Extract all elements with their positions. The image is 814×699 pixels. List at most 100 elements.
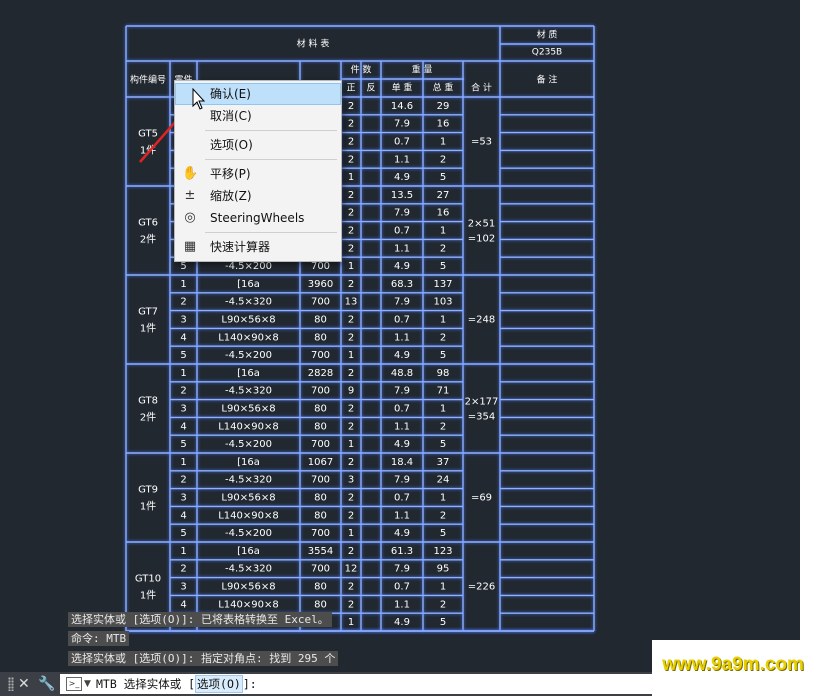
part-spec: [16a: [237, 368, 260, 379]
part-count: 1: [348, 439, 354, 450]
part-number: 1: [180, 457, 186, 468]
part-number: 1: [180, 368, 186, 379]
menu-item-label: SteeringWheels: [210, 211, 305, 225]
customize-wrench-icon[interactable]: 🔧: [38, 675, 55, 693]
total-weight: 103: [433, 297, 452, 308]
part-count: 2: [348, 101, 354, 112]
part-length: 700: [311, 261, 330, 272]
total-weight: 1: [440, 582, 446, 593]
group-name: GT8: [138, 396, 158, 407]
menu-item-quick-calculator[interactable]: ▦ 快速计算器: [176, 237, 340, 257]
total-weight: 29: [437, 101, 450, 112]
group-name: GT7: [138, 307, 158, 318]
part-count: 1: [348, 350, 354, 361]
unit-weight: 4.9: [394, 439, 410, 450]
part-count: 1: [348, 172, 354, 183]
total-weight: 1: [440, 404, 446, 415]
close-icon[interactable]: ✕: [18, 675, 30, 693]
group-sum: =69: [471, 493, 492, 504]
unit-weight: 4.9: [394, 528, 410, 539]
total-weight: 37: [437, 457, 450, 468]
total-weight: 95: [437, 564, 450, 575]
part-spec: L140×90×8: [218, 332, 279, 343]
part-count: 2: [348, 421, 354, 432]
group-name: GT5: [138, 129, 158, 140]
zoom-icon: ±: [184, 188, 196, 203]
command-history-line: 选择实体或 [选项(O)]: 指定对角点: 找到 295 个: [68, 651, 339, 666]
part-count: 2: [348, 582, 354, 593]
unit-weight: 1.1: [394, 332, 410, 343]
part-number: 1: [180, 546, 186, 557]
total-weight: 2: [440, 599, 446, 610]
command-prefix: MTB 选择实体或 [: [96, 677, 196, 691]
part-length: 700: [311, 475, 330, 486]
part-length: 3554: [308, 546, 333, 557]
part-spec: -4.5×200: [225, 439, 272, 450]
part-length: 80: [314, 510, 327, 521]
menu-item-cancel[interactable]: 取消(C): [176, 106, 340, 126]
total-weight: 1: [440, 137, 446, 148]
menu-separator: [205, 130, 337, 131]
drag-handle-icon[interactable]: [8, 677, 14, 691]
part-count: 2: [348, 226, 354, 237]
part-count: 2: [348, 315, 354, 326]
unit-weight: 7.9: [394, 386, 410, 397]
unit-weight: 4.9: [394, 350, 410, 361]
group-qty: 1件: [140, 323, 156, 335]
total-weight: 16: [437, 119, 450, 130]
part-count: 12: [345, 564, 358, 575]
material-table-drawing[interactable]: 材 料 表材 质Q235B构件编号零件件 数正反重 量单 重总 重合 计备 注1…: [0, 0, 800, 672]
part-number: 4: [180, 421, 186, 432]
menu-item-label: 取消(C): [210, 109, 252, 123]
part-number: 4: [180, 510, 186, 521]
drawing-canvas[interactable]: 材 料 表材 质Q235B构件编号零件件 数正反重 量单 重总 重合 计备 注1…: [0, 0, 800, 672]
part-number: 3: [180, 493, 186, 504]
total-weight: 24: [437, 475, 450, 486]
site-watermark: www.9a9m.com: [652, 640, 814, 696]
menu-item-confirm[interactable]: 确认(E): [175, 83, 341, 105]
part-count: 2: [348, 457, 354, 468]
menu-item-steeringwheels[interactable]: ◎ SteeringWheels: [176, 208, 340, 228]
part-count: 1: [348, 261, 354, 272]
part-count: 1: [348, 528, 354, 539]
group-qty: 2件: [140, 234, 156, 246]
menu-item-zoom[interactable]: ± 缩放(Z): [176, 186, 340, 206]
part-count: 2: [348, 510, 354, 521]
part-length: 80: [314, 421, 327, 432]
part-length: 80: [314, 493, 327, 504]
part-count: 2: [348, 154, 354, 165]
total-weight: 2: [440, 510, 446, 521]
unit-weight: 7.9: [394, 208, 410, 219]
column-header: 合 计: [471, 82, 492, 94]
group-sum: 2×177: [465, 397, 499, 408]
part-spec: -4.5×200: [225, 528, 272, 539]
unit-weight: 14.6: [391, 101, 413, 112]
part-spec: L140×90×8: [218, 421, 279, 432]
group-sum: =53: [471, 137, 492, 148]
part-number: 5: [180, 528, 186, 539]
part-number: 2: [180, 386, 186, 397]
group-name: GT10: [135, 574, 161, 585]
total-weight: 98: [437, 368, 450, 379]
command-prompt-icon[interactable]: >_: [66, 677, 82, 691]
command-option-button[interactable]: 选项(O): [195, 675, 243, 693]
group-qty: 1件: [140, 590, 156, 602]
part-spec: -4.5×320: [225, 475, 272, 486]
unit-weight: 13.5: [391, 190, 413, 201]
part-spec: L90×56×8: [221, 315, 275, 326]
part-length: 2828: [308, 368, 333, 379]
column-header: 备 注: [537, 74, 558, 86]
command-prompt-text: MTB 选择实体或 [选项(O)]:: [96, 674, 257, 694]
part-number: 1: [180, 279, 186, 290]
menu-item-label: 确认(E): [210, 87, 251, 101]
total-weight: 27: [437, 190, 450, 201]
total-weight: 5: [440, 350, 446, 361]
group-qty: 1件: [140, 145, 156, 157]
unit-weight: 7.9: [394, 119, 410, 130]
menu-item-options[interactable]: 选项(O): [176, 135, 340, 155]
group-name: GT6: [138, 218, 158, 229]
column-header: 正: [346, 84, 355, 94]
chevron-down-icon[interactable]: ▼: [84, 677, 91, 691]
unit-weight: 68.3: [391, 279, 413, 290]
menu-item-pan[interactable]: ✋ 平移(P): [176, 164, 340, 184]
